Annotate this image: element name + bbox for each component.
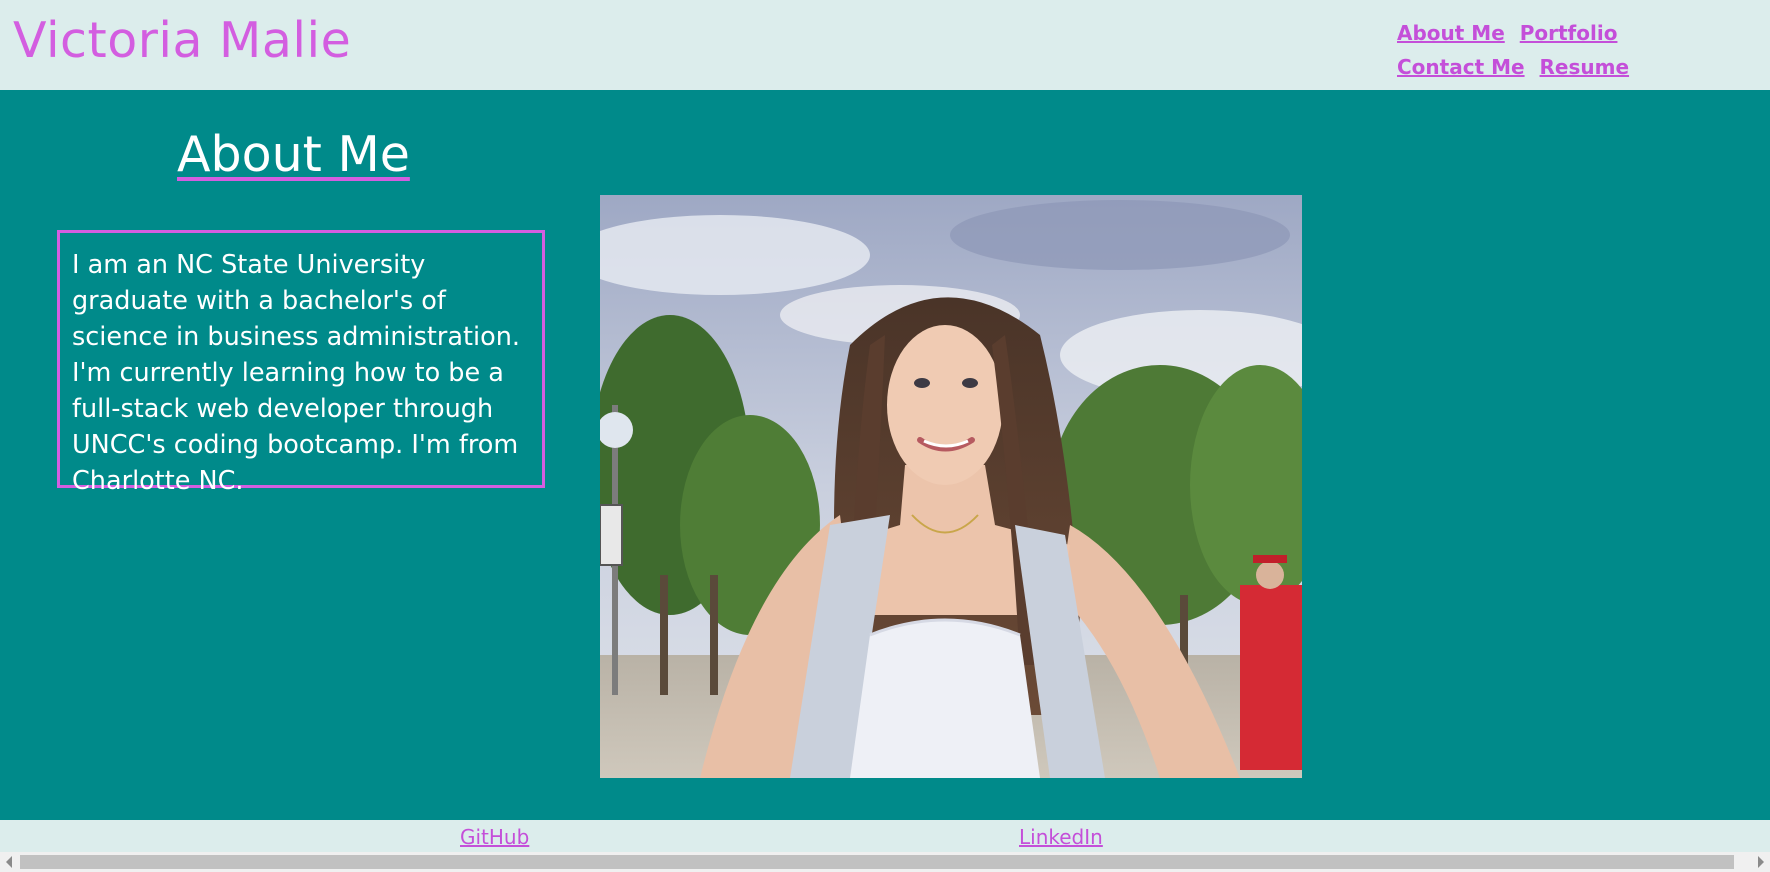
scrollbar-thumb[interactable] (20, 855, 1734, 869)
footer-link-linkedin[interactable]: LinkedIn (1019, 825, 1103, 849)
scroll-right-arrow-icon[interactable] (1758, 856, 1764, 868)
profile-photo (600, 195, 1302, 778)
site-header: Victoria Malie About Me Portfolio Contac… (0, 0, 1770, 90)
horizontal-scrollbar[interactable] (0, 852, 1770, 872)
site-footer: GitHub LinkedIn (0, 820, 1770, 852)
scroll-left-arrow-icon[interactable] (6, 856, 12, 868)
bio-text: I am an NC State University graduate wit… (72, 250, 520, 496)
nav-link-portfolio[interactable]: Portfolio (1520, 21, 1618, 45)
site-title: Victoria Malie (13, 12, 352, 69)
bio-box: I am an NC State University graduate wit… (57, 230, 545, 496)
nav-link-resume[interactable]: Resume (1540, 55, 1630, 79)
nav-link-contact-me[interactable]: Contact Me (1397, 55, 1525, 79)
about-section: About Me I am an NC State University gra… (0, 90, 1770, 820)
nav-link-about-me[interactable]: About Me (1397, 21, 1505, 45)
about-heading: About Me (177, 126, 410, 183)
footer-link-github[interactable]: GitHub (460, 825, 529, 849)
main-nav: About Me Portfolio Contact Me Resume (1397, 16, 1737, 84)
